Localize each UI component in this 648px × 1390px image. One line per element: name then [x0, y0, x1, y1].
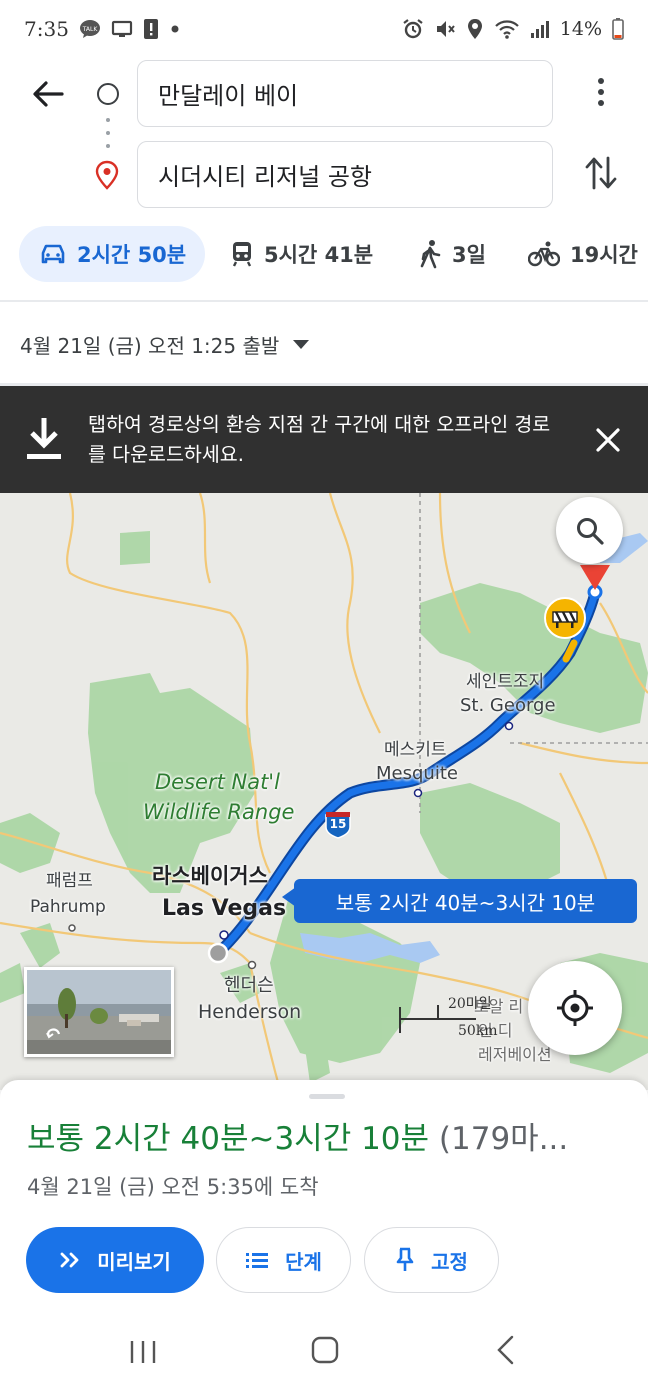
- recent-apps-icon[interactable]: [128, 1337, 158, 1367]
- steps-button[interactable]: 단계: [216, 1227, 351, 1293]
- close-icon: [596, 428, 620, 452]
- banner-message: 탭하여 경로상의 환승 지점 간 구간에 대한 오프라인 경로를 다운로드하세요…: [88, 413, 551, 466]
- battery-icon: [612, 18, 624, 40]
- tab-bike-label: 19시간: [570, 243, 638, 267]
- map-label-henderson-en: Henderson: [198, 1001, 302, 1023]
- map-label-pahrump-ko: 패럼프: [46, 871, 93, 891]
- map-label-desert-range-line2: Wildlife Range: [143, 800, 295, 824]
- map-search-button[interactable]: [556, 497, 623, 564]
- tab-bike[interactable]: 19시간: [528, 226, 638, 282]
- list-icon: [246, 1253, 269, 1268]
- banner-close-button[interactable]: [588, 420, 628, 460]
- search-icon: [576, 517, 604, 545]
- back-button[interactable]: [26, 72, 70, 116]
- offline-download-banner[interactable]: 탭하여 경로상의 환승 지점 간 구간에 대한 오프라인 경로를 다운로드하세요…: [0, 386, 648, 493]
- pin-button[interactable]: 고정: [364, 1227, 499, 1293]
- departure-time-text: 4월 21일 (금) 오전 1:25 출발: [20, 333, 280, 358]
- scale-km-label: 50km: [458, 1023, 498, 1039]
- tab-walk[interactable]: 3일: [418, 226, 486, 282]
- double-chevron-icon: [60, 1252, 79, 1268]
- destination-input[interactable]: 시더시티 리저널 공항: [137, 141, 553, 208]
- pushpin-icon: [396, 1247, 414, 1271]
- map-label-mesquite-ko: 메스키트: [384, 740, 447, 760]
- my-location-button[interactable]: [528, 961, 622, 1055]
- pin-button-label: 고정: [431, 1249, 468, 1274]
- route-summary-sheet[interactable]: 보통 2시간 40분~3시간 10분 (179마... 4월 21일 (금) 오…: [0, 1080, 648, 1320]
- preview-button-label: 미리보기: [97, 1249, 171, 1274]
- departure-time-selector[interactable]: 4월 21일 (금) 오전 1:25 출발: [20, 322, 310, 366]
- origin-circle-icon: [97, 83, 119, 105]
- monitor-icon: [111, 19, 133, 39]
- swap-button[interactable]: [580, 150, 622, 196]
- origin-input[interactable]: 만달레이 베이: [137, 60, 553, 127]
- map-label-reservation-line3: 레저베이션: [478, 1045, 552, 1064]
- talk-icon: TALK: [79, 19, 101, 39]
- destination-pin-icon: [94, 160, 120, 194]
- tab-transit[interactable]: 5시간 41분: [230, 226, 373, 282]
- sheet-drag-handle[interactable]: [309, 1094, 345, 1099]
- nav-back-icon[interactable]: [494, 1334, 518, 1366]
- map-label-las-vegas-ko: 라스베이거스: [152, 864, 268, 888]
- travel-mode-tabs: 2시간 50분 5시간 41분 3일 19시간: [0, 226, 648, 288]
- route-duration: 보통 2시간 40분~3시간 10분 (179마...: [27, 1113, 568, 1158]
- arrival-time: 4월 21일 (금) 오전 5:35에 도착: [27, 1175, 319, 1199]
- road-construction-icon[interactable]: [544, 597, 586, 639]
- map-label-pahrump-en: Pahrump: [30, 897, 106, 917]
- street-view-thumbnail[interactable]: [24, 967, 174, 1057]
- car-icon: [41, 244, 65, 264]
- route-duration-callout[interactable]: 보통 2시간 40분~3시간 10분: [294, 879, 637, 923]
- signal-icon: [530, 19, 550, 39]
- map-label-mesquite-en: Mesquite: [376, 763, 458, 784]
- system-nav-bar: [0, 1320, 648, 1390]
- wifi-icon: [494, 18, 520, 40]
- train-icon: [232, 242, 252, 267]
- more-options-button[interactable]: [585, 72, 617, 112]
- walk-icon: [420, 240, 441, 269]
- map-view[interactable]: 15 패럼프 Pahrump 라스베이거스 Las Vegas 헨더슨 Hend…: [0, 493, 648, 1090]
- download-icon: [27, 418, 61, 459]
- back-arrow-icon: [33, 81, 64, 107]
- bike-icon: [528, 241, 560, 267]
- route-distance: (179마...: [438, 1121, 569, 1157]
- map-label-henderson-ko: 헨더슨: [224, 975, 274, 996]
- scale-miles-label: 20마일: [448, 996, 492, 1012]
- alert-icon: [143, 18, 159, 40]
- divider: [0, 300, 648, 302]
- status-bar: 7:35 TALK 14%: [0, 0, 648, 58]
- route-duration-text: 보통 2시간 40분~3시간 10분: [27, 1121, 430, 1157]
- dot-icon: [169, 23, 181, 35]
- tab-transit-label: 5시간 41분: [264, 243, 374, 267]
- dropdown-caret-icon: [293, 339, 310, 349]
- map-label-desert-range-line1: Desert Nat'l: [155, 770, 280, 794]
- map-label-st-george-en: St. George: [460, 695, 556, 716]
- tab-drive-label: 2시간 50분: [77, 243, 187, 267]
- mute-icon: [434, 18, 456, 40]
- location-icon: [466, 18, 484, 40]
- svg-text:TALK: TALK: [82, 26, 99, 33]
- status-time: 7:35: [24, 17, 69, 41]
- map-label-las-vegas-en: Las Vegas: [162, 896, 287, 921]
- preview-button[interactable]: 미리보기: [26, 1227, 204, 1293]
- tab-walk-label: 3일: [452, 243, 486, 267]
- steps-button-label: 단계: [285, 1249, 322, 1274]
- highway-number-label: 15: [329, 817, 347, 831]
- tab-drive[interactable]: 2시간 50분: [19, 226, 205, 282]
- route-connector-dots: [106, 118, 110, 148]
- swap-arrows-icon: [585, 156, 617, 190]
- home-icon[interactable]: [310, 1335, 340, 1365]
- crosshair-icon: [557, 990, 593, 1026]
- map-label-st-george-ko: 세인트조지: [466, 672, 545, 692]
- battery-percent: 14%: [559, 18, 602, 40]
- alarm-icon: [402, 18, 424, 40]
